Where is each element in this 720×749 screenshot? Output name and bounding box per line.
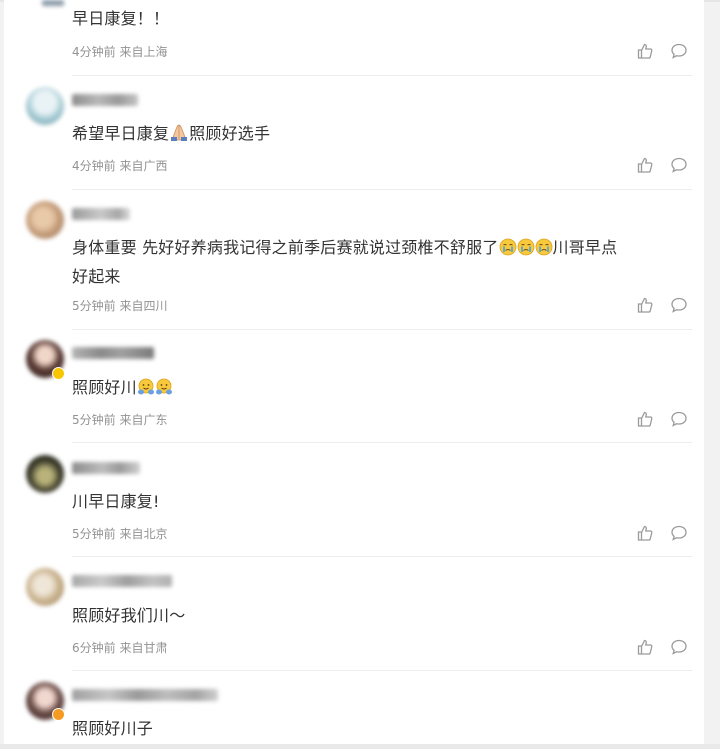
crying-icon	[517, 238, 535, 264]
comment-text: 川早日康复!	[72, 492, 160, 511]
comment-text: 希望早日康复 照顾好选手	[72, 121, 690, 150]
divider	[72, 442, 692, 443]
like-button[interactable]	[636, 156, 654, 174]
comment-bubble-icon	[671, 157, 687, 173]
comment-bubble-icon	[671, 297, 687, 313]
comment-time: 4分钟前	[72, 159, 116, 173]
divider	[72, 75, 692, 76]
comment-location: 来自甘肃	[119, 641, 168, 655]
comment-text: 照顾好川子	[72, 719, 154, 738]
crying-icon	[535, 238, 553, 264]
comment-meta: 5分钟前 来自四川	[72, 297, 167, 314]
comment-meta: 6分钟前 来自甘肃	[72, 639, 167, 656]
comment-bubble-icon	[671, 525, 687, 541]
comment-time: 5分钟前	[72, 299, 116, 313]
comment-meta: 4分钟前 来自上海	[72, 43, 167, 60]
comment-location: 来自北京	[119, 527, 168, 541]
comment-bubble-icon	[671, 639, 687, 655]
hug-icon	[137, 378, 155, 404]
avatar[interactable]	[26, 87, 64, 125]
username-blurred[interactable]	[72, 689, 218, 701]
comment-meta: 4分钟前 来自广西	[72, 157, 167, 174]
like-button[interactable]	[636, 638, 654, 656]
divider	[72, 556, 692, 557]
like-button[interactable]	[636, 296, 654, 314]
username-blurred[interactable]	[72, 347, 154, 359]
like-button[interactable]	[636, 524, 654, 542]
reply-button[interactable]	[670, 638, 688, 656]
thumb-up-icon	[637, 525, 653, 541]
comment-list: 早日康复！！ 4分钟前 来自上海 希望早日康复照顾好选手 4分钟前 来自广西	[4, 0, 704, 749]
like-button[interactable]	[636, 42, 654, 60]
comment-time: 4分钟前	[72, 45, 116, 59]
divider	[72, 189, 692, 190]
thumb-up-icon	[637, 297, 653, 313]
comment-location: 来自四川	[119, 299, 168, 313]
comment-time: 5分钟前	[72, 527, 116, 541]
hug-icon	[155, 378, 173, 404]
reply-button[interactable]	[670, 410, 688, 428]
thumb-up-icon	[637, 43, 653, 59]
reply-button[interactable]	[670, 296, 688, 314]
comment-text: 照顾好我们川～	[72, 606, 186, 625]
username-blurred[interactable]	[72, 94, 138, 106]
crying-icon	[499, 238, 517, 264]
avatar-fragment	[42, 0, 64, 6]
comment-time: 5分钟前	[72, 413, 116, 427]
avatar[interactable]	[26, 455, 64, 493]
comment-bubble-icon	[671, 43, 687, 59]
comment-location: 来自上海	[119, 45, 168, 59]
avatar[interactable]	[26, 201, 64, 239]
username-blurred[interactable]	[72, 208, 130, 220]
reply-button[interactable]	[670, 156, 688, 174]
thumb-up-icon	[637, 639, 653, 655]
username-blurred[interactable]	[72, 575, 172, 587]
comment-bubble-icon	[671, 411, 687, 427]
comment-text: 照顾好川	[72, 375, 690, 404]
divider	[72, 670, 692, 671]
comment-meta: 5分钟前 来自广东	[72, 411, 167, 428]
comment-text: 身体重要 先好好养病我记得之前季后赛就说过颈椎不舒服了 川哥早点 好起来	[72, 238, 618, 286]
verified-badge-icon	[52, 367, 65, 380]
username-blurred[interactable]	[72, 462, 140, 474]
reply-button[interactable]	[670, 524, 688, 542]
comment-time: 6分钟前	[72, 641, 116, 655]
divider	[72, 329, 692, 330]
reply-button[interactable]	[670, 42, 688, 60]
bottom-border	[0, 744, 720, 749]
comment-location: 来自广西	[119, 159, 168, 173]
pray-icon	[169, 122, 189, 150]
avatar[interactable]	[26, 568, 64, 606]
thumb-up-icon	[637, 411, 653, 427]
comment-meta: 5分钟前 来自北京	[72, 525, 167, 542]
like-button[interactable]	[636, 410, 654, 428]
verified-badge-icon	[52, 708, 65, 721]
comment-text: 早日康复！！	[72, 9, 170, 28]
comment-location: 来自广东	[119, 413, 168, 427]
thumb-up-icon	[637, 157, 653, 173]
